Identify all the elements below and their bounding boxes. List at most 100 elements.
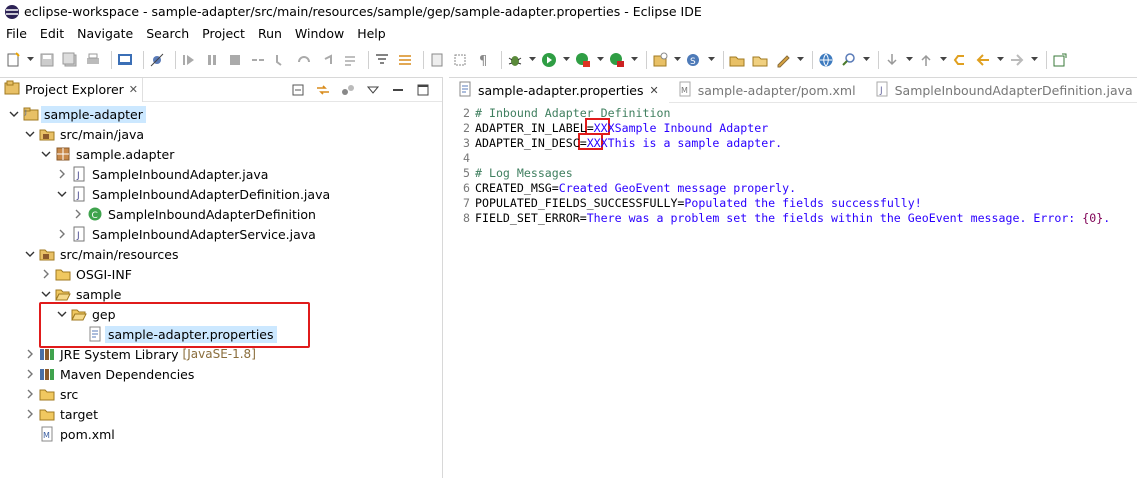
tree-item[interactable]: J SampleInboundAdapterService.java: [56, 224, 316, 244]
tree-item[interactable]: sample: [40, 284, 121, 304]
forward-icon[interactable]: [1008, 51, 1026, 69]
save-icon[interactable]: [38, 51, 56, 69]
search-dropdown-icon[interactable]: [863, 51, 870, 69]
expanded-chevron-icon[interactable]: [56, 188, 68, 200]
external-tools-dropdown-icon[interactable]: [631, 51, 638, 69]
new-java-class-dropdown-icon[interactable]: [708, 51, 715, 69]
tree-item[interactable]: Maven Dependencies: [24, 364, 194, 384]
tab-sample-adapter-properties[interactable]: sample-adapter.properties ✕: [449, 77, 669, 103]
open-task-icon[interactable]: [774, 51, 792, 69]
collapsed-chevron-icon[interactable]: [40, 268, 52, 280]
next-annotation-icon[interactable]: [883, 51, 901, 69]
menu-project[interactable]: Project: [202, 26, 245, 41]
toolbar-separator: [878, 50, 879, 69]
run-dropdown-icon[interactable]: [563, 51, 570, 69]
drop-frame-icon[interactable]: [341, 51, 359, 69]
expanded-chevron-icon[interactable]: [8, 108, 20, 120]
coverage-dropdown-icon[interactable]: [597, 51, 604, 69]
tree-item[interactable]: src/main/resources: [24, 244, 178, 264]
tab-pom-xml[interactable]: M sample-adapter/pom.xml: [669, 78, 866, 103]
tree-item[interactable]: J SampleInboundAdapterDefinition.java: [56, 184, 330, 204]
tree-item[interactable]: src/main/java: [24, 124, 144, 144]
window-title: eclipse-workspace - sample-adapter/src/m…: [24, 4, 702, 19]
menu-window[interactable]: Window: [295, 26, 344, 41]
tree-item[interactable]: C SampleInboundAdapterDefinition: [72, 204, 316, 224]
collapse-all-icon[interactable]: [289, 81, 307, 99]
use-step-filters-icon[interactable]: [373, 51, 391, 69]
open-folder-icon[interactable]: [751, 51, 769, 69]
toggle-breadcrumb-icon[interactable]: [396, 51, 414, 69]
back-icon[interactable]: [974, 51, 992, 69]
new-java-project-icon[interactable]: [651, 51, 669, 69]
run-icon[interactable]: [540, 51, 558, 69]
external-tools-icon[interactable]: [608, 51, 626, 69]
tab-project-explorer[interactable]: Project Explorer ✕: [0, 77, 144, 102]
new-java-project-dropdown-icon[interactable]: [674, 51, 681, 69]
tree-item[interactable]: Mpom.xml: [24, 424, 115, 444]
menu-help[interactable]: Help: [357, 26, 386, 41]
collapsed-chevron-icon[interactable]: [72, 208, 84, 220]
previous-annotation-icon[interactable]: [917, 51, 935, 69]
next-annotation-dropdown-icon[interactable]: [906, 51, 913, 69]
tree-item[interactable]: sample.adapter: [40, 144, 174, 164]
step-return-icon[interactable]: [318, 51, 336, 69]
menu-search[interactable]: Search: [146, 26, 189, 41]
open-task-dropdown-icon[interactable]: [797, 51, 804, 69]
open-type-icon[interactable]: [728, 51, 746, 69]
toggle-mark-occurrences-icon[interactable]: [428, 51, 446, 69]
close-icon[interactable]: ✕: [129, 83, 138, 96]
collapsed-chevron-icon[interactable]: [24, 348, 36, 360]
tree-item[interactable]: target: [24, 404, 98, 424]
coverage-icon[interactable]: [574, 51, 592, 69]
collapsed-chevron-icon[interactable]: [24, 408, 36, 420]
expanded-chevron-icon[interactable]: [24, 248, 36, 260]
previous-annotation-dropdown-icon[interactable]: [940, 51, 947, 69]
debug-dropdown-icon[interactable]: [529, 51, 536, 69]
menu-edit[interactable]: Edit: [40, 26, 64, 41]
menu-navigate[interactable]: Navigate: [77, 26, 133, 41]
resume-icon[interactable]: [180, 51, 198, 69]
minimize-icon[interactable]: [389, 81, 407, 99]
back-dropdown-icon[interactable]: [997, 51, 1004, 69]
view-menu-icon[interactable]: [364, 81, 382, 99]
collapsed-chevron-icon[interactable]: [24, 368, 36, 380]
collapsed-chevron-icon[interactable]: [56, 168, 68, 180]
link-with-editor-icon[interactable]: [314, 81, 332, 99]
terminate-icon[interactable]: [226, 51, 244, 69]
tree-item[interactable]: OSGI-INF: [40, 264, 132, 284]
maximize-icon[interactable]: [414, 81, 432, 99]
tree-item[interactable]: src: [24, 384, 78, 404]
expanded-chevron-icon[interactable]: [40, 288, 52, 300]
menu-run[interactable]: Run: [258, 26, 282, 41]
terminal-icon[interactable]: [116, 51, 134, 69]
collapsed-chevron-icon[interactable]: [56, 228, 68, 240]
toggle-filter-icon[interactable]: [339, 81, 357, 99]
new-icon[interactable]: [4, 51, 22, 69]
suspend-icon[interactable]: [203, 51, 221, 69]
toggle-block-selection-icon[interactable]: [451, 51, 469, 69]
debug-icon[interactable]: [506, 51, 524, 69]
tree-item[interactable]: J SampleInboundAdapter.java: [56, 164, 268, 184]
show-whitespace-icon[interactable]: ¶: [474, 51, 492, 69]
save-all-icon[interactable]: [61, 51, 79, 69]
disconnect-icon[interactable]: [249, 51, 267, 69]
new-dropdown-icon[interactable]: [27, 51, 34, 69]
expanded-chevron-icon[interactable]: [24, 128, 36, 140]
search-icon[interactable]: [840, 51, 858, 69]
open-perspective-icon[interactable]: [1051, 51, 1069, 69]
step-over-icon[interactable]: [295, 51, 313, 69]
new-java-class-icon[interactable]: S: [685, 51, 703, 69]
skip-breakpoints-icon[interactable]: [148, 51, 166, 69]
expanded-chevron-icon[interactable]: [40, 148, 52, 160]
tab-sample-inbound-adapter-definition-java[interactable]: J SampleInboundAdapterDefinition.java: [866, 78, 1137, 103]
forward-dropdown-icon[interactable]: [1031, 51, 1038, 69]
property-separator: =: [551, 181, 559, 195]
close-icon[interactable]: ✕: [650, 84, 659, 97]
collapsed-chevron-icon[interactable]: [24, 388, 36, 400]
step-into-icon[interactable]: [272, 51, 290, 69]
web-browser-icon[interactable]: [817, 51, 835, 69]
menu-file[interactable]: File: [6, 26, 27, 41]
tree-item[interactable]: Jsample-adapter: [8, 104, 146, 124]
last-edit-location-icon[interactable]: [951, 51, 969, 69]
print-icon[interactable]: [84, 51, 102, 69]
